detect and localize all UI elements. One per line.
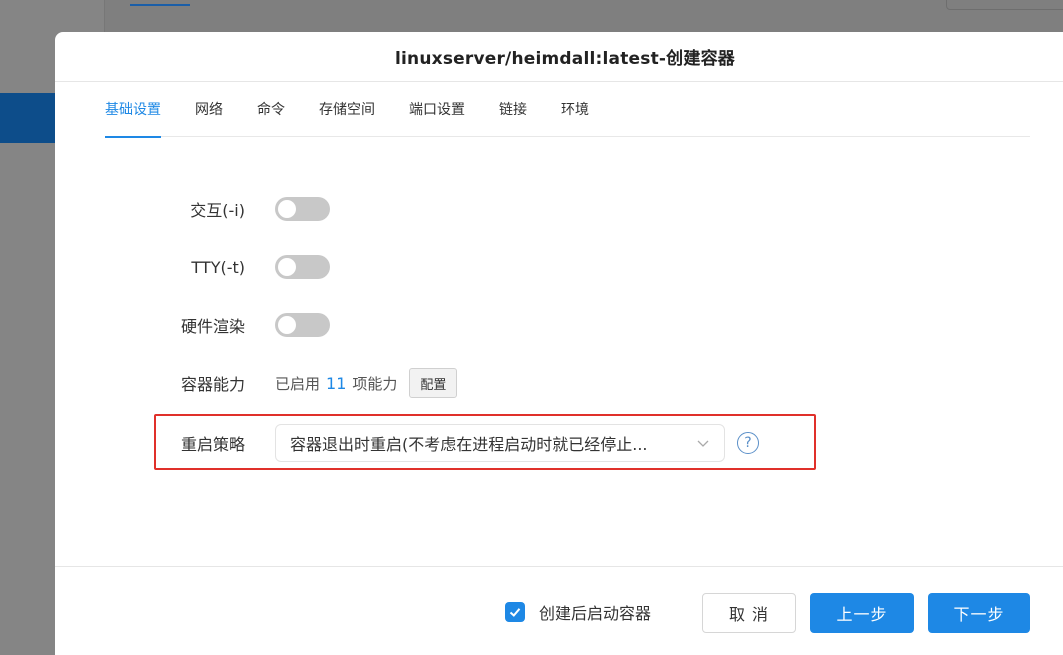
checkmark-icon xyxy=(509,608,521,617)
tab-links[interactable]: 链接 xyxy=(499,82,527,137)
autostart-option[interactable]: 创建后启动容器 xyxy=(505,600,651,624)
tty-label: TTY(-t) xyxy=(191,257,245,277)
capabilities-suffix: 项能力 xyxy=(352,374,398,393)
tab-command[interactable]: 命令 xyxy=(257,82,285,137)
background-sidebar-active-item xyxy=(0,93,56,143)
tab-storage[interactable]: 存储空间 xyxy=(319,82,375,137)
background-tab-indicator xyxy=(130,4,190,6)
autostart-label: 创建后启动容器 xyxy=(539,604,652,623)
interactive-row: 交互(-i) xyxy=(55,194,330,224)
capabilities-config-button[interactable]: 配置 xyxy=(409,368,458,398)
toggle-knob xyxy=(278,258,296,276)
interactive-label: 交互(-i) xyxy=(190,201,245,220)
capabilities-label: 容器能力 xyxy=(180,375,245,394)
tab-bar: 基础设置 网络 命令 存储空间 端口设置 链接 环境 xyxy=(105,82,1030,138)
tty-row: TTY(-t) xyxy=(55,252,330,282)
restart-policy-highlight-box xyxy=(154,414,816,470)
next-step-button[interactable]: 下一步 xyxy=(928,593,1030,633)
toggle-knob xyxy=(278,316,296,334)
dialog-footer: 创建后启动容器 取 消 上一步 下一步 xyxy=(55,566,1063,655)
background-search-box xyxy=(946,0,1063,10)
interactive-toggle[interactable] xyxy=(275,197,330,221)
tab-network[interactable]: 网络 xyxy=(195,82,223,137)
hardware-render-toggle[interactable] xyxy=(275,313,330,337)
previous-step-button[interactable]: 上一步 xyxy=(810,593,914,633)
cancel-button[interactable]: 取 消 xyxy=(702,593,796,633)
capabilities-prefix: 已启用 xyxy=(275,374,321,393)
capabilities-row: 容器能力 已启用 11 项能力 配置 xyxy=(55,368,458,398)
dialog-header: linuxserver/heimdall:latest-创建容器 xyxy=(55,32,1063,82)
dialog-title: linuxserver/heimdall:latest-创建容器 xyxy=(395,49,735,69)
tab-ports[interactable]: 端口设置 xyxy=(409,82,465,137)
hardware-render-row: 硬件渲染 xyxy=(55,310,330,340)
toggle-knob xyxy=(278,200,296,218)
tty-toggle[interactable] xyxy=(275,255,330,279)
hardware-render-label: 硬件渲染 xyxy=(180,317,245,336)
tab-basic-settings[interactable]: 基础设置 xyxy=(105,82,161,138)
capabilities-count: 11 xyxy=(326,373,347,393)
tab-environment[interactable]: 环境 xyxy=(561,82,589,137)
autostart-checkbox[interactable] xyxy=(505,602,525,622)
create-container-dialog: linuxserver/heimdall:latest-创建容器 基础设置 网络… xyxy=(55,32,1063,655)
